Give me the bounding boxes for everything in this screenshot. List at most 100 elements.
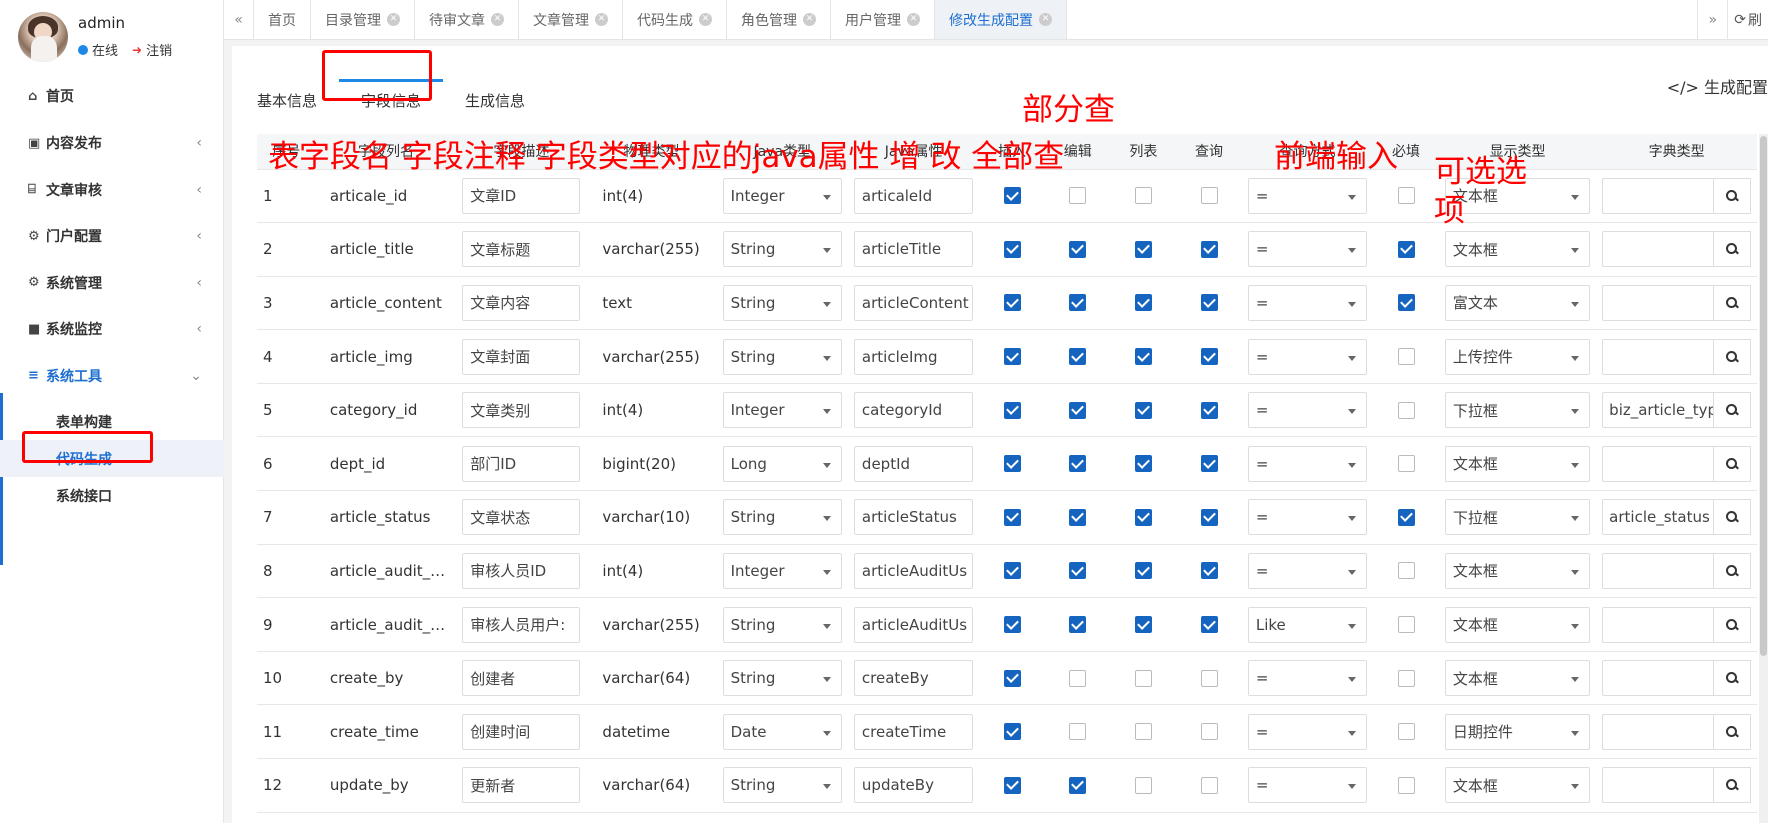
dict-search-button[interactable] <box>1714 552 1751 589</box>
required-checkbox[interactable] <box>1397 669 1415 687</box>
java-type-select[interactable]: String <box>722 284 842 321</box>
sidebar-item-2[interactable]: ⌸ 文章审核 ‹ <box>0 167 224 214</box>
logout-icon[interactable]: ➜ <box>132 43 142 57</box>
dict-type-input[interactable] <box>1602 552 1714 589</box>
edit-checkbox[interactable] <box>1069 723 1087 741</box>
query-checkbox[interactable] <box>1200 187 1218 205</box>
close-icon[interactable]: ✕ <box>387 13 400 26</box>
java-prop-input[interactable]: articaleId <box>853 177 974 214</box>
edit-checkbox[interactable] <box>1069 294 1087 312</box>
field-desc-input[interactable]: 部门ID <box>462 445 581 482</box>
java-type-select[interactable]: Integer <box>722 177 842 214</box>
edit-checkbox[interactable] <box>1069 508 1087 526</box>
sidebar-subitem-0[interactable]: 表单构建 <box>0 403 224 440</box>
java-type-select[interactable]: String <box>722 767 842 804</box>
list-checkbox[interactable] <box>1134 776 1152 794</box>
dict-search-button[interactable] <box>1714 499 1751 536</box>
ins-checkbox[interactable] <box>1003 562 1021 580</box>
dict-search-button[interactable] <box>1714 338 1751 375</box>
dict-type-input[interactable]: biz_article_typ <box>1602 392 1714 429</box>
list-checkbox[interactable] <box>1134 616 1152 634</box>
sidebar-subitem-1[interactable]: 代码生成 <box>0 440 224 477</box>
vertical-scrollbar[interactable] <box>1759 134 1768 823</box>
java-prop-input[interactable]: articleImg <box>853 338 974 375</box>
java-type-select[interactable]: String <box>722 499 842 536</box>
required-checkbox[interactable] <box>1397 401 1415 419</box>
close-icon[interactable]: ✕ <box>1039 13 1052 26</box>
required-checkbox[interactable] <box>1397 562 1415 580</box>
display-type-select[interactable]: 下拉框 <box>1444 499 1591 536</box>
edit-checkbox[interactable] <box>1069 455 1087 473</box>
page-tab[interactable]: 文章管理 ✕ <box>519 0 623 39</box>
close-icon[interactable]: ✕ <box>803 13 816 26</box>
field-desc-input[interactable]: 审核人员ID <box>462 552 581 589</box>
query-mode-select[interactable]: = <box>1247 177 1368 214</box>
java-prop-input[interactable]: articleAuditUs <box>853 606 974 643</box>
form-tab[interactable]: 基本信息 <box>257 82 339 118</box>
edit-checkbox[interactable] <box>1069 776 1087 794</box>
sidebar-item-6[interactable]: ≡ 系统工具 ⌄ <box>0 353 224 400</box>
list-checkbox[interactable] <box>1134 348 1152 366</box>
java-prop-input[interactable]: articleContent <box>853 284 974 321</box>
query-mode-select[interactable]: = <box>1247 660 1368 697</box>
query-checkbox[interactable] <box>1200 294 1218 312</box>
list-checkbox[interactable] <box>1134 508 1152 526</box>
sidebar-subitem-2[interactable]: 系统接口 <box>0 477 224 514</box>
required-checkbox[interactable] <box>1397 723 1415 741</box>
query-mode-select[interactable]: = <box>1247 392 1368 429</box>
java-type-select[interactable]: String <box>722 338 842 375</box>
page-tab[interactable]: 首页 <box>254 0 311 39</box>
field-desc-input[interactable]: 审核人员用户: <box>462 606 581 643</box>
sidebar-item-3[interactable]: ⚙ 门户配置 ‹ <box>0 213 224 260</box>
field-desc-input[interactable]: 创建时间 <box>462 713 581 750</box>
query-mode-select[interactable]: Like <box>1247 606 1368 643</box>
list-checkbox[interactable] <box>1134 401 1152 419</box>
java-prop-input[interactable]: updateBy <box>853 767 974 804</box>
sidebar-item-1[interactable]: ▣ 内容发布 ‹ <box>0 120 224 167</box>
list-checkbox[interactable] <box>1134 669 1152 687</box>
java-type-select[interactable]: Date <box>722 713 842 750</box>
java-prop-input[interactable]: createTime <box>853 713 974 750</box>
dict-search-button[interactable] <box>1714 231 1751 268</box>
dict-search-button[interactable] <box>1714 392 1751 429</box>
page-tab[interactable]: 修改生成配置 ✕ <box>935 0 1067 39</box>
dict-type-input[interactable] <box>1602 713 1714 750</box>
query-mode-select[interactable]: = <box>1247 338 1368 375</box>
edit-checkbox[interactable] <box>1069 616 1087 634</box>
page-tab[interactable]: 目录管理 ✕ <box>311 0 415 39</box>
display-type-select[interactable]: 下拉框 <box>1444 392 1591 429</box>
ins-checkbox[interactable] <box>1003 508 1021 526</box>
refresh-button[interactable]: ⟳ 刷 <box>1727 0 1768 39</box>
edit-checkbox[interactable] <box>1069 348 1087 366</box>
field-desc-input[interactable]: 更新者 <box>462 767 581 804</box>
scrollbar-thumb[interactable] <box>1760 136 1767 656</box>
page-tab[interactable]: 代码生成 ✕ <box>623 0 727 39</box>
query-mode-select[interactable]: = <box>1247 767 1368 804</box>
dict-type-input[interactable] <box>1602 606 1714 643</box>
dict-search-button[interactable] <box>1714 660 1751 697</box>
query-mode-select[interactable]: = <box>1247 713 1368 750</box>
display-type-select[interactable]: 日期控件 <box>1444 713 1591 750</box>
list-checkbox[interactable] <box>1134 294 1152 312</box>
sidebar-item-5[interactable]: ■ 系统监控 ‹ <box>0 306 224 353</box>
query-mode-select[interactable]: = <box>1247 499 1368 536</box>
dict-type-input[interactable] <box>1602 231 1714 268</box>
query-checkbox[interactable] <box>1200 240 1218 258</box>
required-checkbox[interactable] <box>1397 294 1415 312</box>
query-mode-select[interactable]: = <box>1247 445 1368 482</box>
dict-search-button[interactable] <box>1714 606 1751 643</box>
query-checkbox[interactable] <box>1200 401 1218 419</box>
form-tab[interactable]: 字段信息 <box>339 79 444 118</box>
ins-checkbox[interactable] <box>1003 348 1021 366</box>
ins-checkbox[interactable] <box>1003 616 1021 634</box>
query-checkbox[interactable] <box>1200 348 1218 366</box>
query-mode-select[interactable]: = <box>1247 552 1368 589</box>
page-tab[interactable]: 用户管理 ✕ <box>831 0 935 39</box>
java-type-select[interactable]: String <box>722 606 842 643</box>
java-type-select[interactable]: Integer <box>722 552 842 589</box>
dict-search-button[interactable] <box>1714 445 1751 482</box>
edit-checkbox[interactable] <box>1069 562 1087 580</box>
query-checkbox[interactable] <box>1200 455 1218 473</box>
query-checkbox[interactable] <box>1200 508 1218 526</box>
dict-search-button[interactable] <box>1714 767 1751 804</box>
